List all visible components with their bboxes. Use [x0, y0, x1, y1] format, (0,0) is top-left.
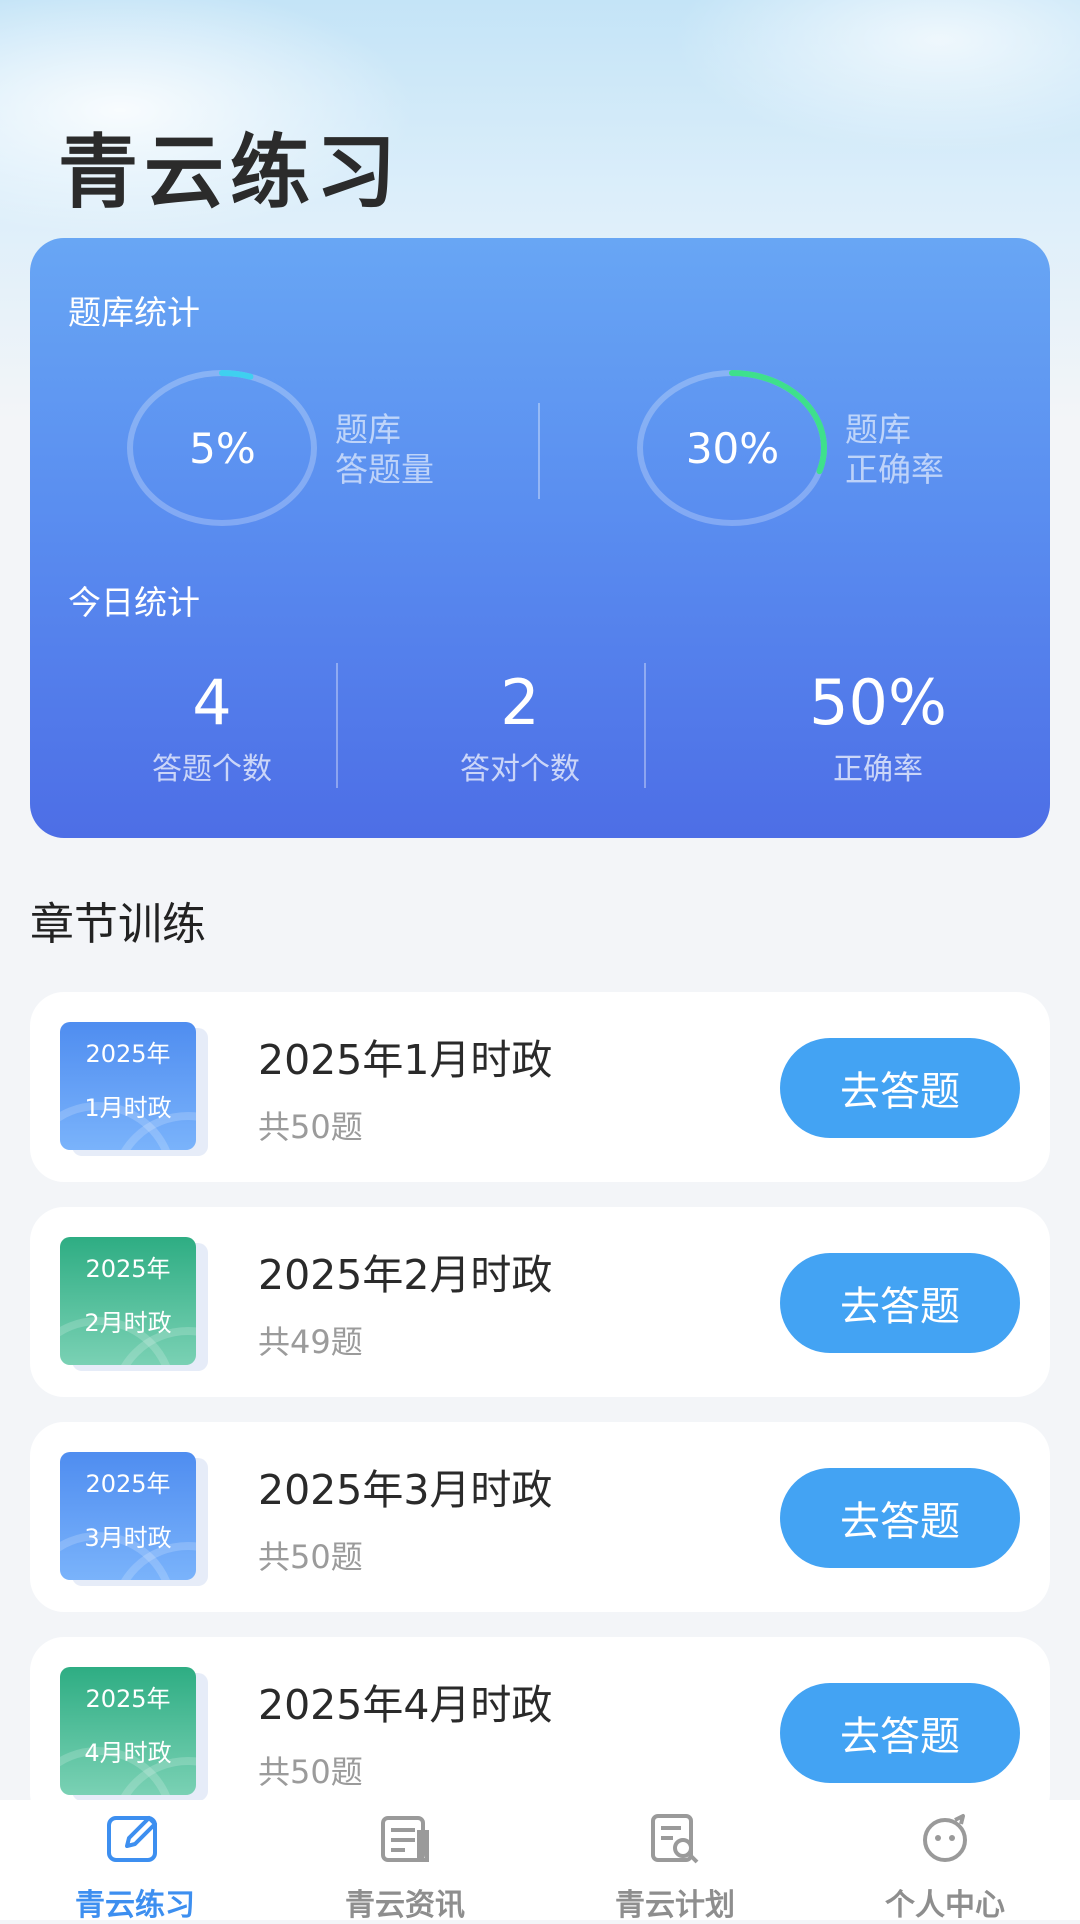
chapter-card[interactable]: 2025年 2月时政 2025年2月时政 共49题 去答题 — [30, 1207, 1050, 1397]
chapter-title: 2025年4月时政 — [258, 1681, 553, 1729]
answered-percent: 5% — [189, 423, 256, 473]
chapter-thumbnail: 2025年 4月时政 — [60, 1667, 196, 1795]
thumbnail-month: 1月时政 — [84, 1094, 172, 1122]
thumbnail-year: 2025年 — [85, 1040, 171, 1068]
today-divider-1 — [336, 663, 338, 788]
chapter-title: 2025年1月时政 — [258, 1036, 553, 1084]
ring-divider — [538, 403, 540, 499]
today-correct-value: 2 — [500, 666, 540, 739]
today-accuracy-label: 正确率 — [833, 752, 923, 787]
chapter-title: 2025年2月时政 — [258, 1251, 553, 1299]
page-title: 青云练习 — [58, 126, 402, 219]
today-correct-count: 2 答对个数 — [390, 668, 650, 788]
chapter-question-count: 共50题 — [258, 1538, 363, 1576]
stats-card: 题库统计 5% 题库 答题量 30% 题库 正确率 今日统计 4 答题个数 2 … — [30, 238, 1050, 838]
news-icon — [381, 1816, 429, 1862]
start-answer-button[interactable]: 去答题 — [780, 1038, 1020, 1138]
thumbnail-month: 4月时政 — [84, 1739, 172, 1767]
chapter-training-heading: 章节训练 — [30, 899, 206, 950]
thumbnail-month: 3月时政 — [84, 1524, 172, 1552]
accuracy-label-line1: 题库 — [845, 410, 911, 449]
today-accuracy-value: 50% — [809, 666, 947, 739]
chapter-title: 2025年3月时政 — [258, 1466, 553, 1514]
today-answered-value: 4 — [192, 666, 232, 739]
chapter-card[interactable]: 2025年 3月时政 2025年3月时政 共50题 去答题 — [30, 1422, 1050, 1612]
chapter-question-count: 共49题 — [258, 1323, 363, 1361]
today-answered-count: 4 答题个数 — [82, 668, 342, 788]
plan-search-icon — [651, 1814, 699, 1864]
bottom-tab-bar: 青云练习 青云资讯 青云计划 个人中心 — [0, 1800, 1080, 1923]
bank-accuracy-stat: 30% 题库 正确率 — [635, 368, 1035, 538]
chapter-question-count: 共50题 — [258, 1753, 363, 1791]
answered-label-line1: 题库 — [335, 410, 401, 449]
today-stats-label: 今日统计 — [68, 583, 200, 622]
tab-label: 个人中心 — [885, 1888, 1005, 1923]
bank-answered-stat: 5% 题库 答题量 — [125, 368, 525, 538]
start-answer-button[interactable]: 去答题 — [780, 1683, 1020, 1783]
answered-progress-ring: 5% — [125, 368, 320, 528]
bank-stats-label: 题库统计 — [68, 293, 200, 332]
thumbnail-year: 2025年 — [85, 1470, 171, 1498]
start-answer-button[interactable]: 去答题 — [780, 1253, 1020, 1353]
thumbnail-year: 2025年 — [85, 1255, 171, 1283]
accuracy-progress-ring: 30% — [635, 368, 830, 528]
thumbnail-year: 2025年 — [85, 1685, 171, 1713]
tab-qingyun-news[interactable]: 青云资讯 — [270, 1800, 540, 1923]
start-answer-button[interactable]: 去答题 — [780, 1468, 1020, 1568]
face-icon — [923, 1814, 967, 1862]
today-correct-label: 答对个数 — [460, 752, 580, 787]
today-accuracy: 50% 正确率 — [748, 668, 1008, 788]
tab-label: 青云练习 — [75, 1888, 195, 1923]
thumbnail-month: 2月时政 — [84, 1309, 172, 1337]
tab-qingyun-practice[interactable]: 青云练习 — [0, 1800, 270, 1923]
chapter-thumbnail: 2025年 2月时政 — [60, 1237, 196, 1365]
tab-label: 青云计划 — [615, 1888, 735, 1923]
today-divider-2 — [644, 663, 646, 788]
edit-icon — [107, 1816, 157, 1862]
chapter-thumbnail: 2025年 3月时政 — [60, 1452, 196, 1580]
tab-personal-center[interactable]: 个人中心 — [810, 1800, 1080, 1923]
accuracy-label-line2: 正确率 — [845, 450, 944, 489]
answered-label-line2: 答题量 — [335, 450, 434, 489]
chapter-question-count: 共50题 — [258, 1108, 363, 1146]
accuracy-percent: 30% — [685, 423, 780, 473]
tab-label: 青云资讯 — [345, 1888, 465, 1923]
chapter-card[interactable]: 2025年 1月时政 2025年1月时政 共50题 去答题 — [30, 992, 1050, 1182]
today-answered-label: 答题个数 — [152, 752, 272, 787]
chapter-card[interactable]: 2025年 4月时政 2025年4月时政 共50题 去答题 — [30, 1637, 1050, 1827]
chapter-thumbnail: 2025年 1月时政 — [60, 1022, 196, 1150]
tab-qingyun-plan[interactable]: 青云计划 — [540, 1800, 810, 1923]
